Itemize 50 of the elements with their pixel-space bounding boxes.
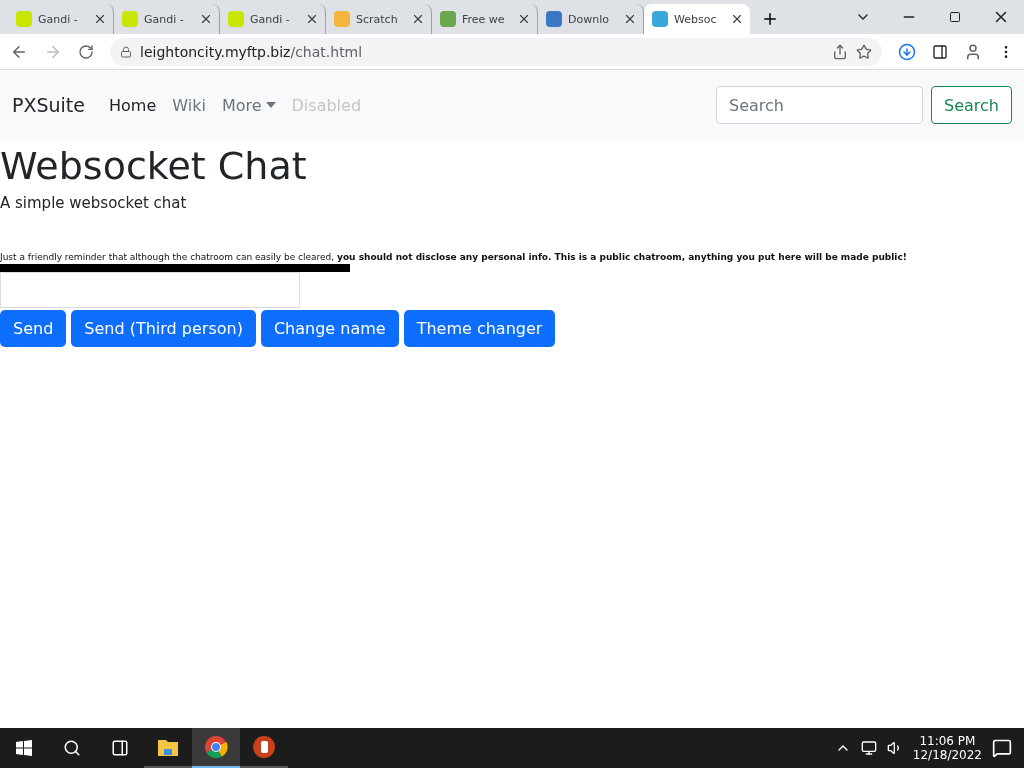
close-icon[interactable]: [623, 12, 637, 26]
task-view-icon[interactable]: [111, 739, 129, 757]
chrome-icon: [204, 735, 228, 759]
search-icon[interactable]: [63, 739, 81, 757]
star-icon[interactable]: [856, 43, 872, 60]
favicon-icon: [16, 11, 32, 27]
app-icon: [252, 735, 276, 759]
nav-link[interactable]: Home: [109, 95, 157, 115]
profile-icon[interactable]: [964, 42, 982, 61]
favicon-icon: [122, 11, 138, 27]
side-panel-icon[interactable]: [932, 43, 948, 60]
new-tab-icon[interactable]: [761, 10, 779, 28]
address-bar[interactable]: leightoncity.myftp.biz/chat.html: [110, 37, 882, 66]
favicon-icon: [228, 11, 244, 27]
chat-button[interactable]: Send: [0, 310, 67, 347]
windows-icon[interactable]: [16, 740, 32, 756]
close-icon[interactable]: [730, 12, 744, 26]
search-field[interactable]: Search: [716, 86, 924, 124]
search-button[interactable]: Search: [931, 86, 1012, 124]
favicon-icon: [652, 11, 668, 27]
share-icon[interactable]: [832, 43, 848, 60]
browser-tab[interactable]: Websoc: [644, 4, 750, 34]
favicon-icon: [546, 11, 562, 27]
folder-icon: [157, 737, 179, 757]
chat-button[interactable]: Change name: [260, 310, 399, 347]
favicon-icon: [334, 11, 350, 27]
close-icon[interactable]: [93, 12, 107, 26]
nav-link[interactable]: Wiki: [172, 95, 206, 115]
chat-button[interactable]: Theme changer: [403, 310, 556, 347]
caret-icon: [265, 102, 276, 108]
nav-link[interactable]: More: [221, 95, 276, 115]
download-icon[interactable]: [898, 42, 916, 61]
reload-icon[interactable]: [78, 43, 94, 60]
network-icon[interactable]: [860, 740, 877, 756]
page-title: Websocket Chat: [0, 144, 308, 188]
taskbar-app[interactable]: [192, 728, 240, 768]
lock-icon: [120, 45, 132, 58]
clock[interactable]: 11:06 PM 12/18/2022: [912, 734, 982, 762]
reminder-text: Just a friendly reminder that although the chatroom can easily be cleared, you should not disclose any personal info. This is a public chatroom, anything you put here will be made public!: [0, 252, 908, 262]
close-icon[interactable]: [305, 12, 319, 26]
close-icon[interactable]: [199, 12, 213, 26]
close-icon[interactable]: [411, 12, 425, 26]
message-field[interactable]: [0, 272, 300, 308]
restore-icon[interactable]: [949, 11, 961, 23]
brand-link[interactable]: PXSuite: [12, 94, 85, 116]
page-subtitle: A simple websocket chat: [0, 194, 188, 212]
notification-icon[interactable]: [992, 738, 1012, 758]
close-icon[interactable]: [517, 12, 531, 26]
chat-button[interactable]: Send (Third person): [71, 310, 256, 347]
favicon-icon: [440, 11, 456, 27]
